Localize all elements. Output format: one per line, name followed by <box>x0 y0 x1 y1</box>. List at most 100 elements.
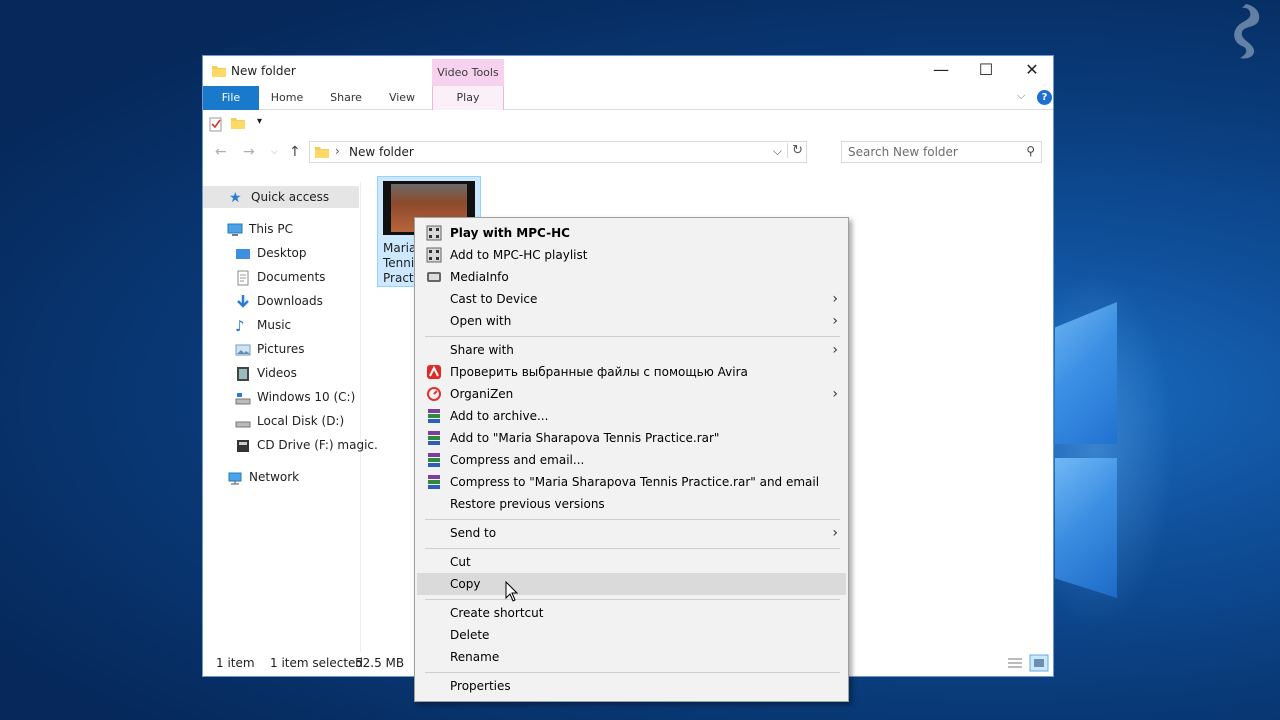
search-icon[interactable]: ⚲ <box>1026 144 1035 158</box>
new-folder-icon[interactable] <box>231 116 245 130</box>
menu-separator <box>425 599 840 600</box>
folder-icon <box>212 66 226 77</box>
nav-this-pc[interactable]: This PC <box>227 218 293 240</box>
music-icon: ♪ <box>235 316 245 335</box>
menu-item-share-with[interactable]: Share with › <box>417 339 846 361</box>
submenu-arrow-icon: › <box>832 291 838 307</box>
context-menu: Play with MPC-HC Add to MPC-HC playlist … <box>414 217 849 702</box>
recent-locations-icon[interactable]: ⌵ <box>271 147 278 157</box>
submenu-arrow-icon: › <box>832 342 838 358</box>
refresh-icon[interactable]: ↻ <box>787 143 803 158</box>
submenu-arrow-icon: › <box>832 313 838 329</box>
ribbon-expand-icon[interactable]: ⌵ <box>1017 89 1025 103</box>
close-button[interactable]: ✕ <box>1009 56 1055 86</box>
breadcrumb-separator: › <box>335 144 340 158</box>
nav-drive-c[interactable]: Windows 10 (C:) <box>235 386 355 408</box>
item-count: 1 item <box>216 656 255 670</box>
menu-item-create-shortcut[interactable]: Create shortcut <box>417 602 846 624</box>
menu-item-restore-versions[interactable]: Restore previous versions <box>417 493 846 515</box>
menu-separator <box>425 336 840 337</box>
tab-file[interactable]: File <box>203 86 259 110</box>
menu-item-avira-scan[interactable]: Проверить выбранные файлы с помощью Avir… <box>417 361 846 383</box>
menu-item-add-archive[interactable]: Add to archive... <box>417 405 846 427</box>
cd-drive-icon <box>237 439 249 452</box>
mouse-cursor-icon <box>505 581 519 602</box>
menu-item-open-with[interactable]: Open with › <box>417 310 846 332</box>
address-bar[interactable]: › New folder ⌵ ↻ <box>309 141 807 163</box>
winrar-icon <box>428 453 440 467</box>
menu-item-mediainfo[interactable]: MediaInfo <box>417 266 846 288</box>
avira-icon <box>427 365 441 379</box>
mpc-icon <box>426 247 442 263</box>
properties-icon[interactable] <box>209 116 223 132</box>
menu-item-add-rar[interactable]: Add to "Maria Sharapova Tennis Practice.… <box>417 427 846 449</box>
menu-item-delete[interactable]: Delete <box>417 624 846 646</box>
menu-separator <box>425 672 840 673</box>
tab-play[interactable]: Play <box>432 86 504 110</box>
star-icon: ★ <box>229 189 242 206</box>
submenu-arrow-icon: › <box>832 386 838 402</box>
nav-music[interactable]: ♪ Music <box>235 314 291 336</box>
nav-quick-access[interactable]: ★ Quick access <box>203 186 359 208</box>
selection-count: 1 item selected <box>270 656 364 670</box>
help-icon[interactable]: ? <box>1037 90 1052 105</box>
up-icon[interactable]: ↑ <box>289 144 301 160</box>
maximize-button[interactable]: ☐ <box>963 56 1009 86</box>
back-icon[interactable]: ← <box>215 144 227 160</box>
downloads-icon <box>237 294 249 308</box>
address-dropdown-icon[interactable]: ⌵ <box>773 144 782 159</box>
menu-item-copy[interactable]: Copy <box>417 573 846 595</box>
menu-item-play-mpc[interactable]: Play with MPC-HC <box>417 222 846 244</box>
search-box[interactable]: ⚲ <box>841 141 1042 163</box>
menu-item-organizen[interactable]: OrganiZen › <box>417 383 846 405</box>
address-row: ← → ⌵ ↑ › New folder ⌵ ↻ ⚲ <box>203 138 1053 170</box>
window-title: New folder <box>231 64 296 78</box>
winrar-icon <box>428 431 440 445</box>
folder-icon <box>315 147 329 158</box>
mediainfo-icon <box>427 272 441 282</box>
nav-videos[interactable]: Videos <box>235 362 297 384</box>
navigation-pane: ★ Quick access This PC Desktop Documents … <box>203 182 378 652</box>
nav-documents[interactable]: Documents <box>235 266 325 288</box>
documents-icon <box>237 270 249 285</box>
video-tools-header: Video Tools <box>432 59 504 86</box>
mpc-icon <box>426 225 442 241</box>
minimize-button[interactable]: — <box>918 56 964 86</box>
breadcrumb-folder[interactable]: New folder <box>349 145 414 159</box>
tab-share[interactable]: Share <box>319 86 373 110</box>
dragon-watermark-icon <box>1234 4 1260 59</box>
nav-drive-d[interactable]: Local Disk (D:) <box>235 410 344 432</box>
customize-toolbar-icon[interactable]: ▾ <box>257 116 262 127</box>
large-icons-view-icon[interactable] <box>1029 654 1049 672</box>
pictures-icon <box>235 344 251 355</box>
tab-home[interactable]: Home <box>261 86 313 110</box>
forward-icon[interactable]: → <box>243 144 255 160</box>
videos-icon <box>237 366 249 381</box>
windows-logo <box>1015 250 1280 670</box>
quick-access-toolbar: ▾ <box>203 111 1053 137</box>
menu-separator <box>425 548 840 549</box>
menu-item-compress-email[interactable]: Compress and email... <box>417 449 846 471</box>
menu-item-rename[interactable]: Rename <box>417 646 846 668</box>
nav-pictures[interactable]: Pictures <box>235 338 305 360</box>
menu-separator <box>425 519 840 520</box>
organizen-icon <box>427 387 441 401</box>
submenu-arrow-icon: › <box>832 525 838 541</box>
search-input[interactable] <box>848 142 1018 162</box>
nav-drive-f[interactable]: CD Drive (F:) magic. <box>235 434 378 456</box>
nav-desktop[interactable]: Desktop <box>235 242 307 264</box>
tab-view[interactable]: View <box>378 86 426 110</box>
disk-drive-icon <box>235 421 251 427</box>
menu-item-add-playlist[interactable]: Add to MPC-HC playlist <box>417 244 846 266</box>
menu-item-cast[interactable]: Cast to Device › <box>417 288 846 310</box>
details-view-icon[interactable] <box>1005 654 1025 672</box>
menu-item-send-to[interactable]: Send to › <box>417 522 846 544</box>
nav-network[interactable]: Network <box>227 466 299 488</box>
menu-item-compress-rar-email[interactable]: Compress to "Maria Sharapova Tennis Prac… <box>417 471 846 493</box>
ribbon-tabs: File Home Share View Play <box>203 86 1053 110</box>
menu-item-cut[interactable]: Cut <box>417 551 846 573</box>
nav-downloads[interactable]: Downloads <box>235 290 323 312</box>
winrar-icon <box>428 475 440 489</box>
menu-item-properties[interactable]: Properties <box>417 675 846 697</box>
computer-icon <box>227 223 243 236</box>
